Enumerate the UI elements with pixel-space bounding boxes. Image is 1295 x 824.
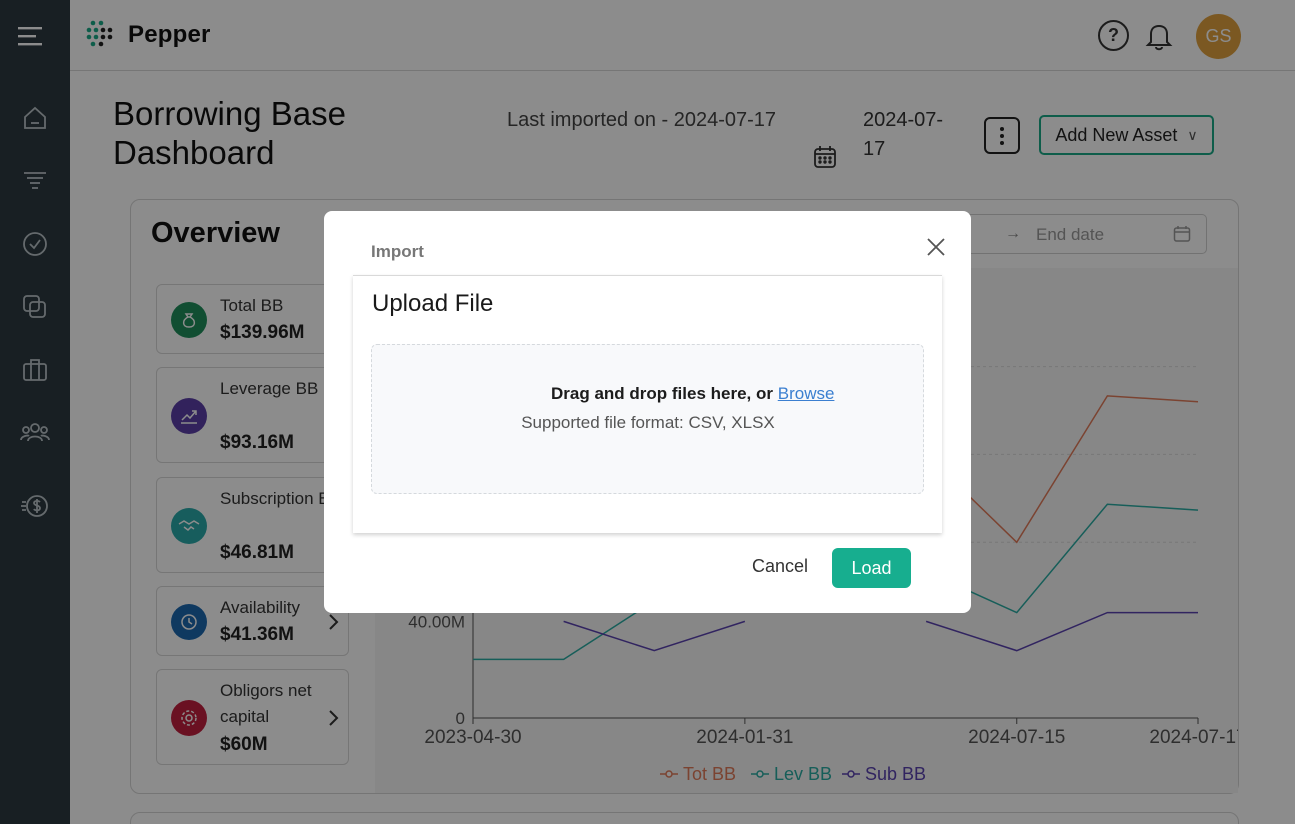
upload-title: Upload File — [372, 290, 494, 317]
import-modal: Import Upload File Drag and drop files h… — [324, 211, 971, 613]
drop-text: Drag and drop files here, or — [551, 384, 773, 403]
modal-header: Import — [371, 242, 424, 261]
file-dropzone[interactable]: Drag and drop files here, or Browse Supp… — [371, 344, 924, 494]
supported-formats: Supported file format: CSV, XLSX — [521, 413, 775, 432]
cancel-button[interactable]: Cancel — [752, 556, 808, 577]
load-button[interactable]: Load — [832, 548, 911, 588]
drop-instructions: Drag and drop files here, or Browse — [551, 384, 834, 404]
close-icon[interactable] — [924, 235, 948, 259]
browse-link[interactable]: Browse — [778, 384, 835, 403]
